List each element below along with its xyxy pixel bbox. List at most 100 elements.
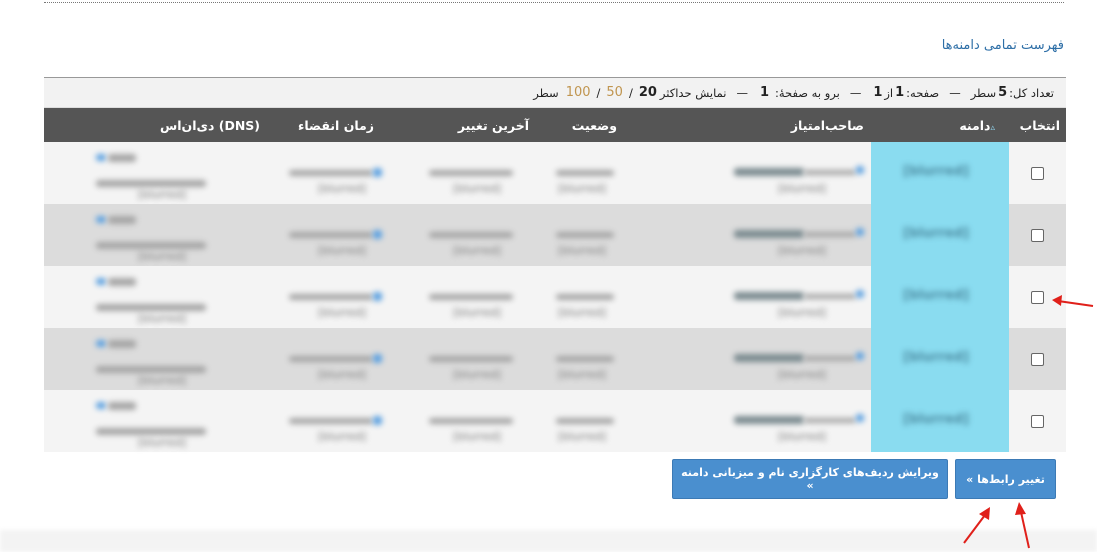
domain-name[interactable]: [blurred] [903, 350, 969, 365]
renew-icon[interactable] [373, 292, 382, 301]
rows-option-50[interactable]: 50 [606, 85, 623, 100]
dns-value: [blurred] [138, 250, 186, 263]
domain-name[interactable]: [blurred] [903, 288, 969, 303]
expiry-value: [blurred] [318, 430, 366, 443]
owner-link-icon[interactable] [856, 166, 864, 174]
owner-value: [blurred] [778, 244, 826, 257]
owner-handle [734, 230, 804, 238]
status-blurred [556, 170, 614, 176]
domain-cell: [blurred] [871, 204, 1009, 266]
dns-value: [blurred] [138, 436, 186, 449]
domain-cell: [blurred] [871, 390, 1009, 452]
sort-ascending-icon: ▵ [990, 123, 995, 133]
annotation-arrow-icon [1052, 295, 1094, 307]
select-cell [1009, 142, 1066, 204]
row-select-checkbox[interactable] [1031, 166, 1044, 180]
dns-edit-icon[interactable] [96, 278, 106, 285]
dns-edit-icon[interactable] [96, 340, 106, 347]
status-blurred [556, 294, 614, 300]
page-title: فهرست تمامی دامنه‌ها [941, 38, 1064, 53]
dns-edit-icon[interactable] [96, 216, 106, 223]
last-change-blurred [429, 232, 513, 238]
owner-link-icon[interactable] [856, 414, 864, 422]
dns-ns2 [96, 428, 206, 435]
last-change-value: [blurred] [453, 244, 501, 257]
of-word: از [884, 85, 894, 100]
renew-icon[interactable] [373, 354, 382, 363]
status-value: [blurred] [558, 430, 606, 443]
dns-value: [blurred] [138, 374, 186, 387]
select-cell [1009, 328, 1066, 390]
renew-icon[interactable] [373, 230, 382, 239]
dns-edit-icon[interactable] [96, 154, 106, 161]
column-select: انتخاب [1019, 118, 1060, 133]
row-select-checkbox[interactable] [1031, 352, 1044, 366]
owner-name [804, 418, 856, 423]
dns-ns1 [108, 278, 136, 286]
column-domain[interactable]: دامنه▵ [959, 118, 999, 133]
status-value: [blurred] [558, 182, 606, 195]
domain-name[interactable]: [blurred] [903, 164, 969, 179]
column-status[interactable]: وضعیت [572, 118, 617, 133]
owner-value: [blurred] [778, 306, 826, 319]
expiry-value: [blurred] [318, 182, 366, 195]
owner-name [804, 294, 856, 299]
column-owner[interactable]: صاحب‌امتیاز [791, 118, 864, 133]
expiry-value: [blurred] [318, 244, 366, 257]
dns-ns2 [96, 304, 206, 311]
table-body: [blurred] [blurred] [blurred] [blurred] … [44, 142, 1066, 452]
rows-option-100[interactable]: 100 [566, 85, 591, 100]
dns-value: [blurred] [138, 312, 186, 325]
column-dns[interactable]: دی‌ان‌اس (DNS) [160, 118, 260, 133]
expiry-value: [blurred] [318, 306, 366, 319]
column-last-change[interactable]: آخرین تغییر [458, 118, 529, 133]
goto-page-select[interactable]: 1 [760, 85, 769, 100]
status-value: [blurred] [558, 368, 606, 381]
renew-icon[interactable] [373, 168, 382, 177]
table-row: [blurred] [blurred] [blurred] [blurred] … [44, 266, 1066, 328]
rows-option-20[interactable]: 20 [639, 85, 657, 100]
domain-cell: [blurred] [871, 266, 1009, 328]
status-value: [blurred] [558, 306, 606, 319]
column-expiry[interactable]: زمان انقضاء [298, 118, 374, 133]
edit-dns-records-button[interactable]: ویرایش ردیف‌های کارگزاری نام و میزبانی د… [672, 459, 948, 499]
last-change-value: [blurred] [453, 182, 501, 195]
expiry-blurred [289, 232, 373, 238]
owner-handle [734, 416, 804, 424]
domain-cell: [blurred] [871, 142, 1009, 204]
status-value: [blurred] [558, 244, 606, 257]
table-row: [blurred] [blurred] [blurred] [blurred] … [44, 390, 1066, 452]
owner-link-icon[interactable] [856, 352, 864, 360]
renew-icon[interactable] [373, 416, 382, 425]
total-label: تعداد کل: [1009, 85, 1054, 100]
row-select-checkbox[interactable] [1031, 414, 1044, 428]
separator: — [949, 85, 961, 100]
separator: — [736, 85, 748, 100]
change-links-button[interactable]: تغییر رابط‌ها » [955, 459, 1056, 499]
option-divider: / [628, 85, 633, 100]
column-domain-label: دامنه [959, 118, 991, 133]
dns-ns1 [108, 154, 136, 162]
table-row: [blurred] [blurred] [blurred] [blurred] … [44, 142, 1066, 204]
goto-page-label: برو به صفحهٔ: [774, 85, 840, 100]
domain-name[interactable]: [blurred] [903, 412, 969, 427]
dns-ns1 [108, 216, 136, 224]
current-page: 1 [895, 85, 905, 100]
row-select-checkbox[interactable] [1031, 290, 1044, 304]
expiry-blurred [289, 356, 373, 362]
dns-value: [blurred] [138, 188, 186, 201]
row-select-checkbox[interactable] [1031, 228, 1044, 242]
owner-name [804, 170, 856, 175]
domain-name[interactable]: [blurred] [903, 226, 969, 241]
dns-edit-icon[interactable] [96, 402, 106, 409]
status-blurred [556, 418, 614, 424]
owner-link-icon[interactable] [856, 290, 864, 298]
expiry-value: [blurred] [318, 368, 366, 381]
total-count: 5 [998, 85, 1008, 100]
owner-handle [734, 354, 804, 362]
last-change-value: [blurred] [453, 430, 501, 443]
owner-value: [blurred] [778, 182, 826, 195]
owner-handle [734, 292, 804, 300]
owner-link-icon[interactable] [856, 228, 864, 236]
page-label: صفحه: [906, 85, 940, 100]
